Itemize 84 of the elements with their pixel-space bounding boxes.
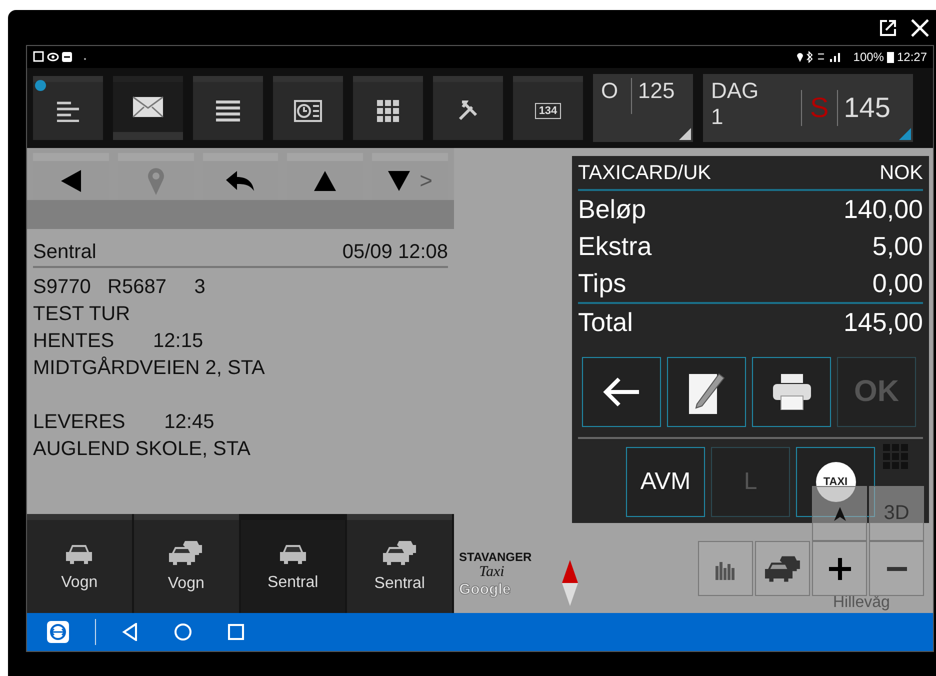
- amount-value: 0,00: [872, 267, 923, 300]
- battery-icon: [886, 51, 894, 63]
- counter-value: 125: [631, 78, 675, 114]
- amount-label: Beløp: [578, 193, 646, 226]
- vehicle-tab[interactable]: Sentral: [347, 514, 452, 613]
- option-button[interactable]: AVM: [626, 447, 705, 517]
- more-chevron: >: [420, 168, 433, 194]
- clock: 12:27: [896, 50, 927, 64]
- message-line: MIDTGÅRDVEIEN 2, STA: [33, 356, 266, 381]
- corner-indicator: [679, 128, 691, 140]
- taxi-sign: TAXI: [816, 462, 856, 502]
- plus-icon: [828, 558, 850, 580]
- map-place-label: Hillevåg: [833, 594, 890, 612]
- shift-value: 145: [836, 90, 890, 126]
- clock-tool-button[interactable]: [273, 76, 343, 140]
- message-line: AUGLEND SKOLE, STA: [33, 437, 252, 462]
- total-label: Total: [578, 306, 633, 339]
- message-line: HENTES 12:15: [33, 329, 204, 354]
- battery-percent: 100%: [853, 50, 884, 64]
- amount-value: 140,00: [843, 193, 923, 226]
- shift-number: 1: [711, 104, 724, 130]
- vehicles-button[interactable]: [755, 541, 810, 596]
- amount-label: Tips: [578, 267, 626, 300]
- message-time: 05/09 12:08: [342, 241, 448, 264]
- vehicle-tab[interactable]: Vogn: [134, 514, 238, 613]
- tools-icon: [457, 100, 479, 122]
- vehicle-tab[interactable]: Vogn: [27, 514, 132, 613]
- zoom-in-button[interactable]: [812, 541, 867, 596]
- message-line: TEST TUR: [33, 302, 132, 327]
- align-left-icon: [55, 100, 81, 122]
- back-icon[interactable]: [122, 623, 138, 641]
- grid-tool-button[interactable]: [353, 76, 423, 140]
- chart-button[interactable]: [698, 541, 753, 596]
- back-button[interactable]: [582, 357, 661, 427]
- corner-indicator: [899, 128, 911, 140]
- lines-tool-button[interactable]: [33, 76, 103, 140]
- counter-label: O: [601, 78, 620, 105]
- triangle-up-icon: [314, 170, 336, 190]
- compass-icon[interactable]: [561, 560, 579, 606]
- two-cars-icon: [382, 540, 417, 564]
- currency: NOK: [880, 162, 923, 185]
- mail-tool-button[interactable]: [113, 76, 183, 140]
- message-sender: Sentral: [33, 241, 96, 264]
- two-cars-icon: [169, 540, 204, 564]
- message-line: LEVERES 12:45: [33, 410, 216, 435]
- meter-tool-button[interactable]: 134: [513, 76, 583, 140]
- message-line: S9770 R5687 3: [33, 275, 206, 300]
- two-cars-icon: [764, 556, 800, 582]
- brand-script-text: Taxi: [479, 564, 504, 581]
- minus-icon: [886, 566, 906, 570]
- home-icon[interactable]: [174, 623, 192, 641]
- shift-flag: S: [801, 90, 837, 126]
- envelope-icon: [132, 96, 164, 118]
- list-tool-button[interactable]: [193, 76, 263, 140]
- shift-counter-button[interactable]: DAG 1 S 145: [703, 74, 913, 142]
- tools-tool-button[interactable]: [433, 76, 503, 140]
- taximeter-display: 134: [534, 103, 562, 119]
- reply-arrow-icon: [226, 170, 254, 190]
- remote-control-icon[interactable]: [47, 621, 69, 643]
- north-arrow-icon: [834, 506, 846, 520]
- taxi-button[interactable]: TAXI: [796, 447, 875, 517]
- list-icon: [215, 100, 241, 122]
- north-button[interactable]: [812, 486, 867, 541]
- payment-method: TAXICARD/UK: [578, 162, 711, 185]
- amount-value: 5,00: [872, 230, 923, 263]
- location-pin-icon: [146, 166, 165, 194]
- map-attribution: Google: [459, 581, 511, 598]
- total-value: 145,00: [843, 306, 923, 339]
- triangle-left-icon: [60, 170, 81, 192]
- triangle-down-icon: [388, 170, 410, 190]
- grid-icon: [377, 100, 399, 122]
- printer-icon: [772, 374, 810, 410]
- clock-document-icon: [294, 100, 322, 122]
- print-button[interactable]: [752, 357, 831, 427]
- shift-label: DAG: [711, 78, 760, 104]
- popout-icon[interactable]: [878, 18, 898, 38]
- recent-apps-icon[interactable]: [228, 624, 244, 640]
- amount-label: Ekstra: [578, 230, 652, 263]
- zoom-out-button[interactable]: [869, 541, 924, 596]
- back-arrow-icon: [602, 377, 640, 407]
- sign-button[interactable]: [667, 357, 746, 427]
- counter-button[interactable]: O 125: [593, 74, 693, 142]
- close-icon[interactable]: [910, 18, 930, 38]
- brand-logo-text: STAVANGER: [459, 550, 532, 564]
